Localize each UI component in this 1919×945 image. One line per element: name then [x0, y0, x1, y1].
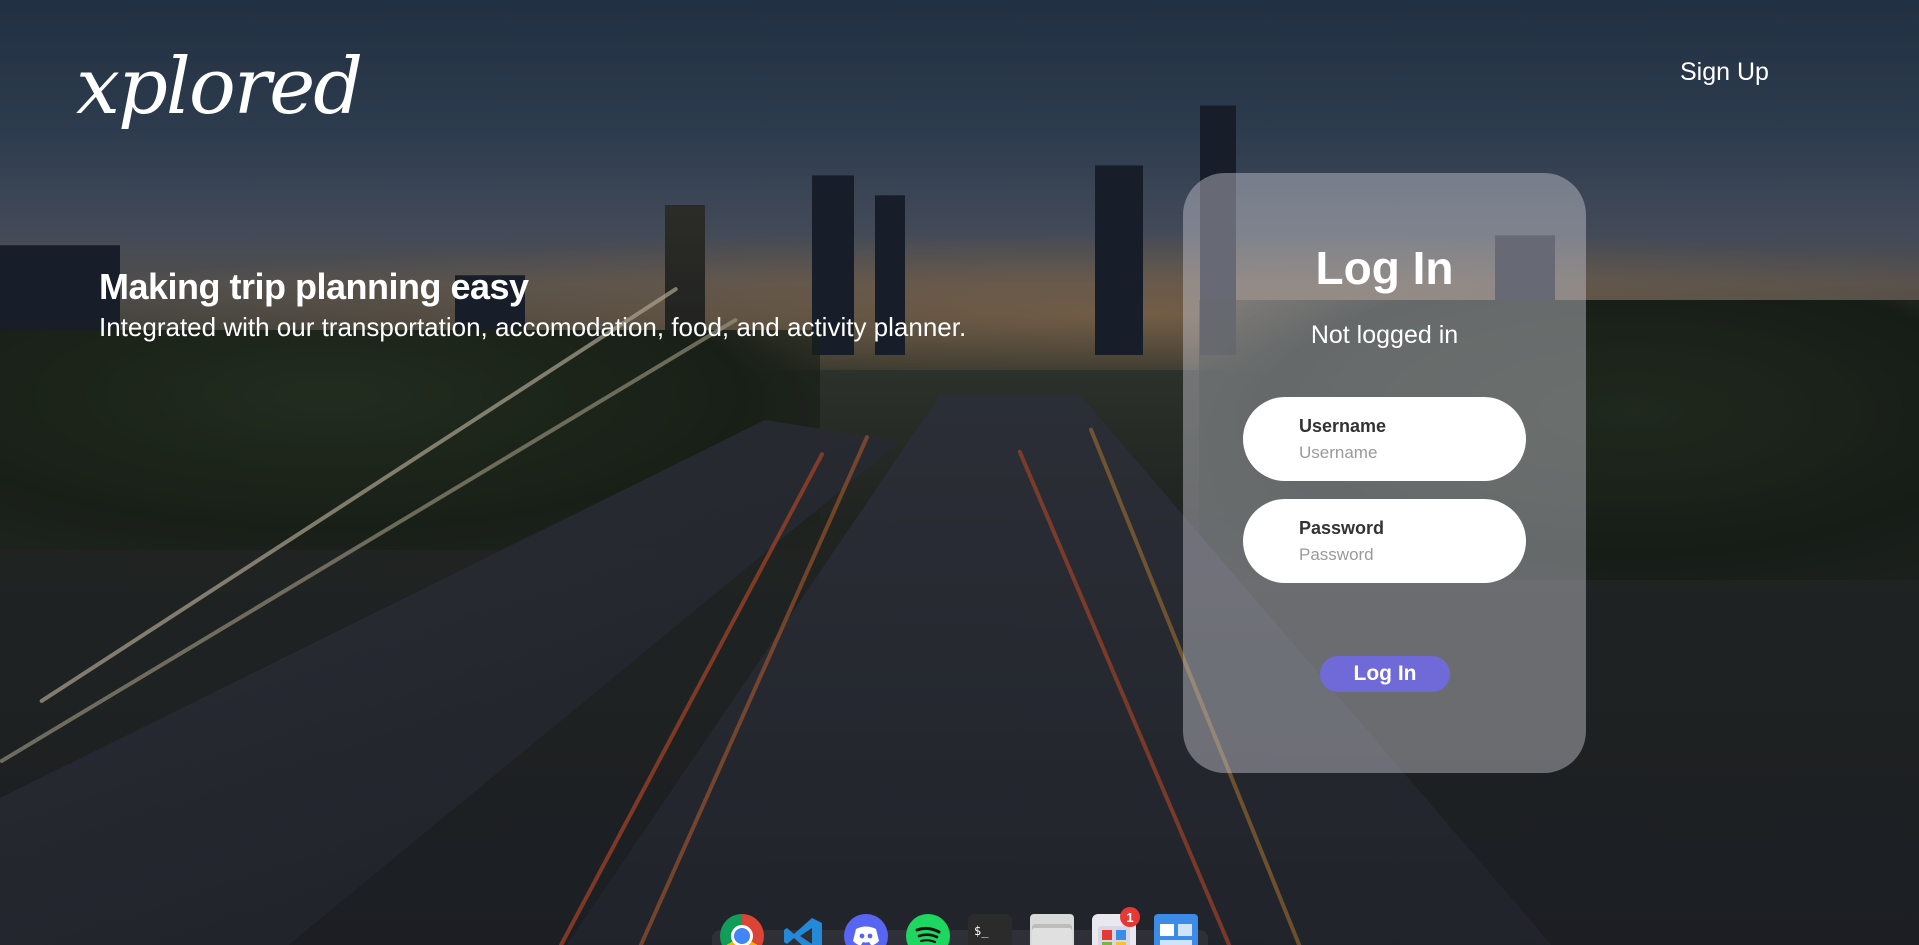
- sign-up-link[interactable]: Sign Up: [1680, 58, 1769, 87]
- software-center-icon[interactable]: 1: [1092, 907, 1140, 945]
- xplored-logo: xplored: [76, 42, 363, 132]
- username-field[interactable]: Username: [1243, 397, 1526, 481]
- username-label: Username: [1299, 416, 1387, 436]
- background-city-highway-image: [0, 0, 1919, 945]
- password-input[interactable]: [1299, 545, 1499, 565]
- workspace-switcher-icon[interactable]: [1154, 914, 1198, 945]
- login-card: Log In Not logged in Username Password L…: [1183, 173, 1586, 773]
- login-button[interactable]: Log In: [1320, 656, 1450, 692]
- password-label: Password: [1299, 518, 1385, 538]
- hero-title: Making trip planning easy: [99, 266, 529, 307]
- notification-badge: 1: [1120, 907, 1140, 927]
- login-status-text: Not logged in: [1310, 321, 1459, 349]
- login-heading: Log In: [1315, 242, 1454, 294]
- terminal-icon[interactable]: $_: [968, 914, 1012, 945]
- password-field[interactable]: Password: [1243, 499, 1526, 583]
- username-input[interactable]: [1299, 443, 1499, 463]
- hero-subtitle: Integrated with our transportation, acco…: [99, 312, 967, 342]
- files-icon[interactable]: [1030, 914, 1074, 945]
- vscode-icon[interactable]: [782, 914, 826, 945]
